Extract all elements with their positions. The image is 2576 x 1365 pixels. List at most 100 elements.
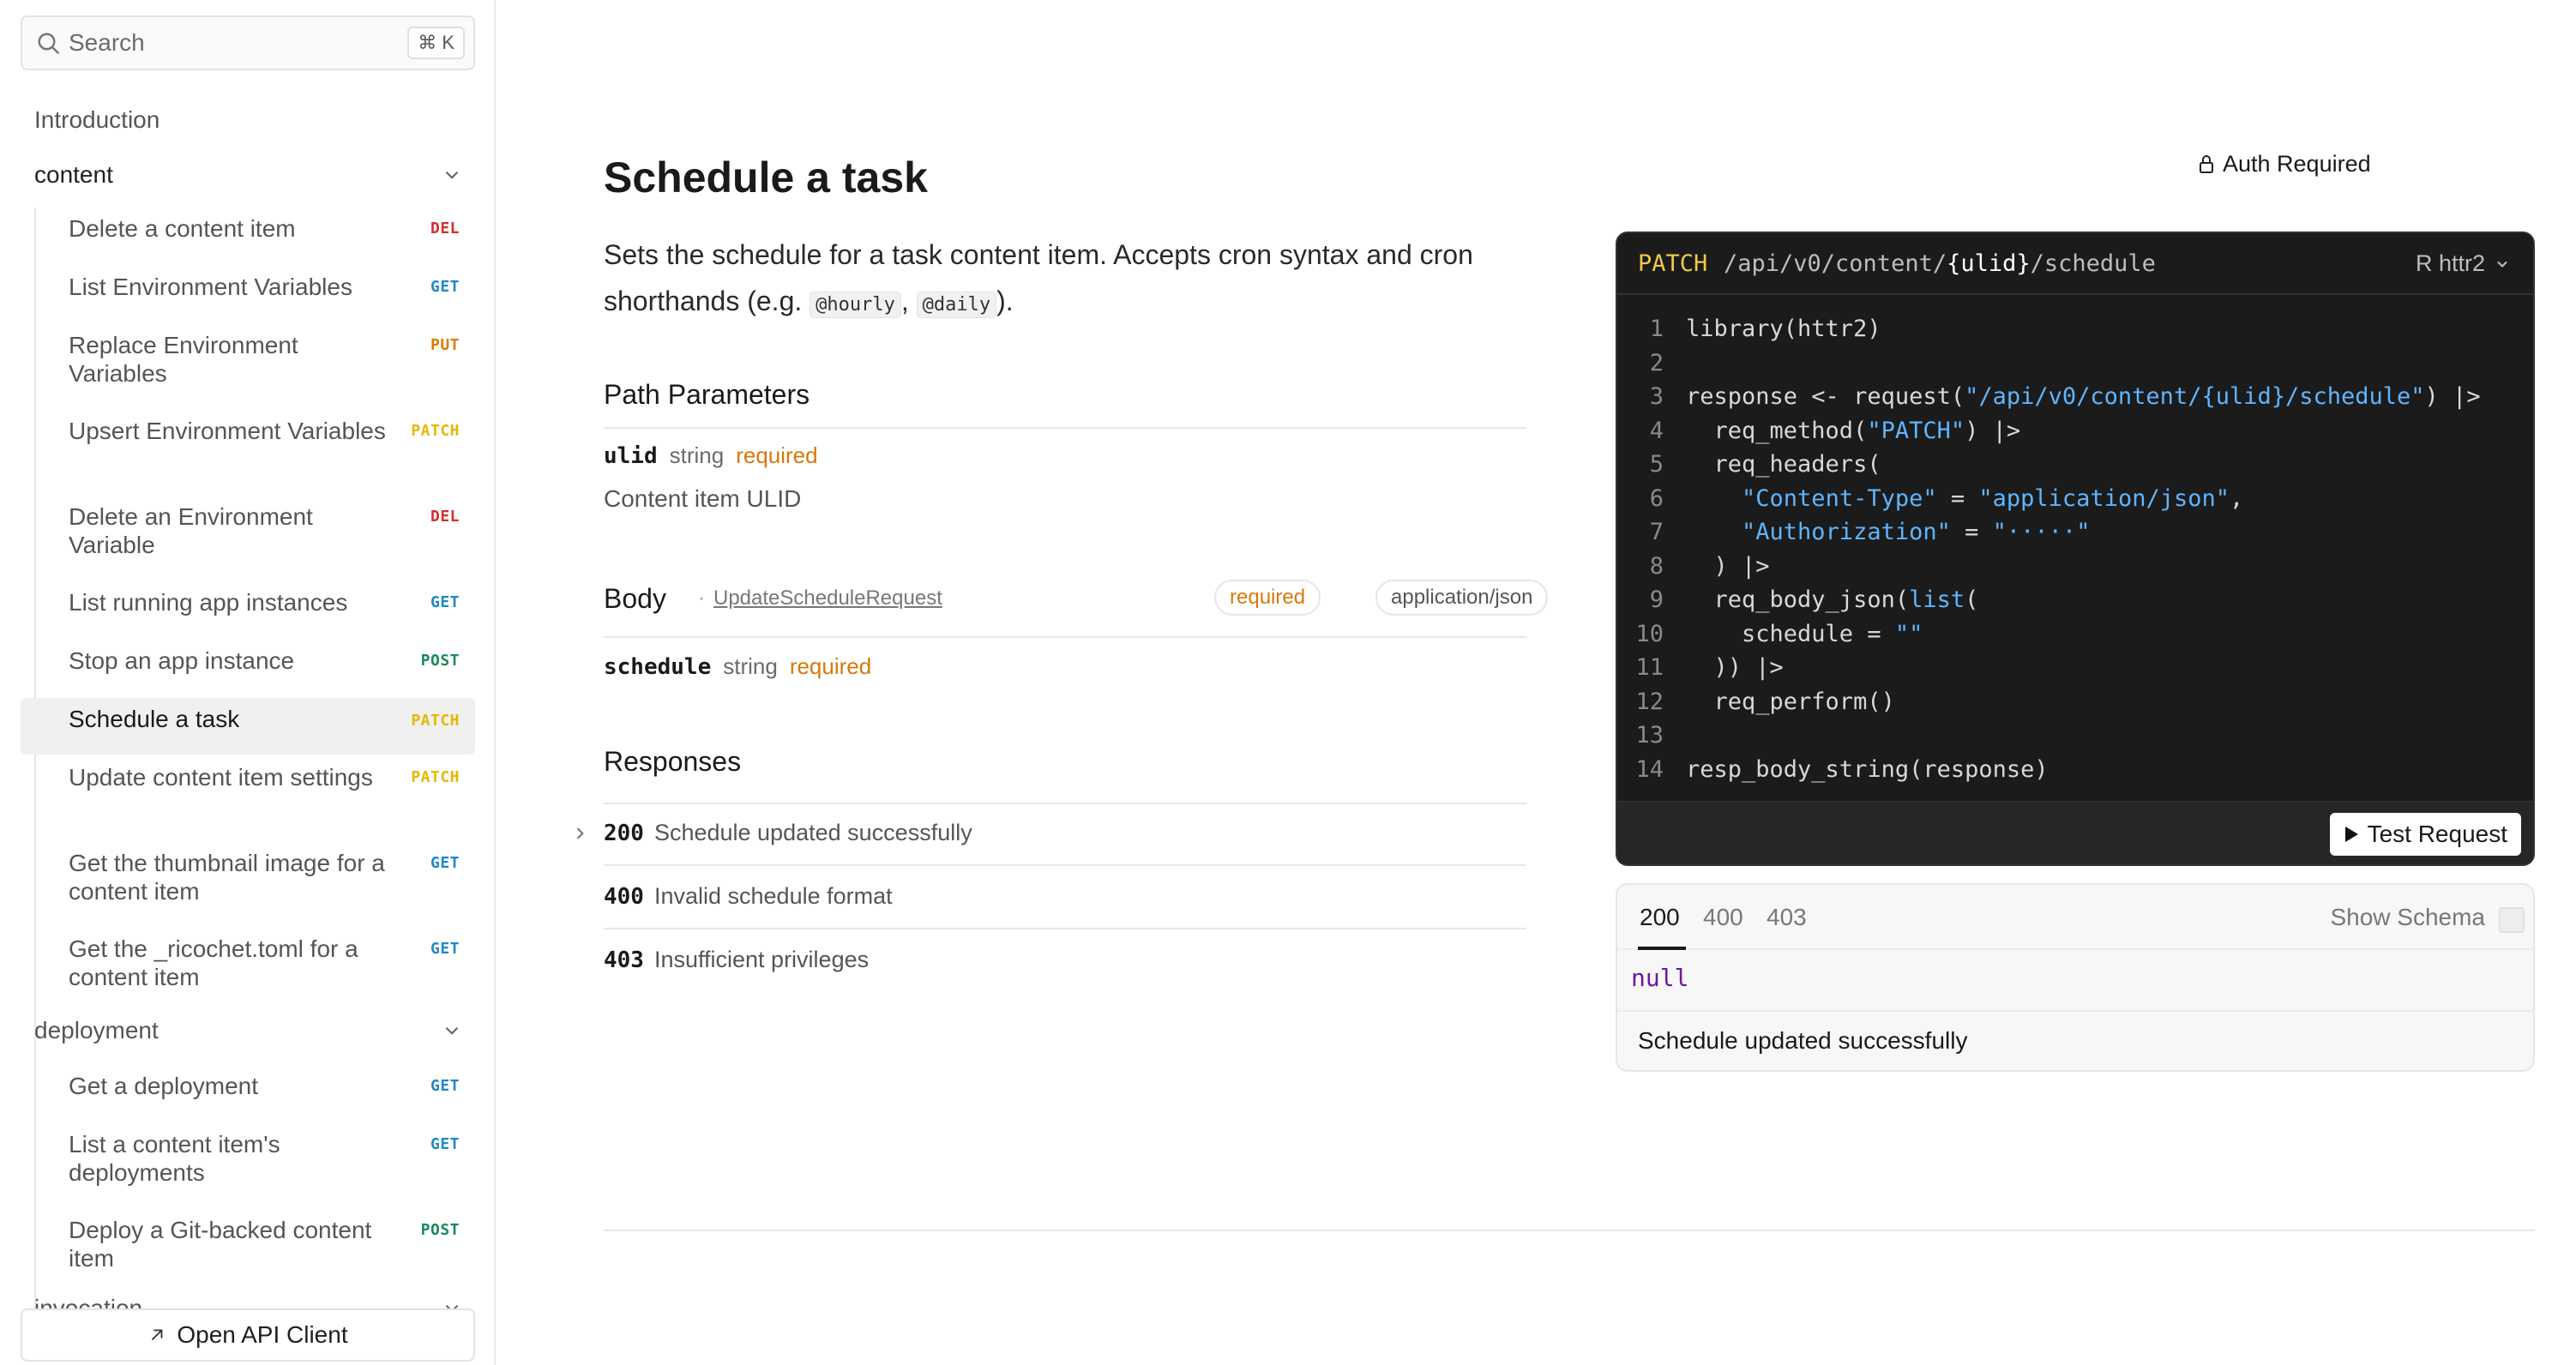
body-field-row: schedule string required: [604, 653, 871, 680]
language-label: R httr2: [2415, 250, 2485, 276]
divider: [604, 636, 1526, 638]
sidebar-item[interactable]: Upsert Environment Variables PATCH: [21, 417, 475, 445]
tab-400[interactable]: 400: [1703, 904, 1743, 931]
divider: [604, 928, 1526, 929]
method-badge: PATCH: [411, 422, 460, 440]
param-name: ulid: [604, 443, 658, 469]
arrow-up-right-icon: [152, 1329, 163, 1341]
lock-icon: [2200, 154, 2213, 173]
active-tab-indicator: [1638, 947, 1686, 950]
sidebar-item[interactable]: Delete a content item DEL: [21, 214, 475, 243]
sidebar-item-label: List a content item's deployments: [69, 1131, 280, 1186]
response-description: Schedule updated successfully: [653, 820, 972, 845]
search-box[interactable]: ⌘ K: [21, 15, 475, 70]
sidebar-item-label: Schedule a task: [69, 706, 240, 732]
sidebar-group-content[interactable]: content: [34, 161, 475, 189]
sidebar-item-label: Get the _ricochet.toml for a content ite…: [69, 935, 358, 990]
play-icon: [2344, 827, 2358, 842]
code-line: ) |>: [1686, 552, 1770, 580]
path-param: {ulid}: [1947, 250, 2031, 277]
show-schema-label: Show Schema: [2330, 904, 2485, 930]
divider: [604, 1230, 2535, 1231]
sidebar-item-label: List Environment Variables: [69, 274, 352, 300]
code-header: PATCH /api/v0/content/{ulid}/schedule R …: [1617, 233, 2533, 295]
code-line: req_method("PATCH") |>: [1686, 417, 2021, 444]
open-api-client-button[interactable]: Open API Client: [21, 1308, 475, 1362]
sidebar-item[interactable]: Update content item settings PATCH: [21, 763, 475, 791]
sidebar-item[interactable]: Stop an app instance POST: [21, 646, 475, 675]
line-number: 12: [1635, 688, 1664, 715]
method-badge: PATCH: [411, 768, 460, 786]
language-selector[interactable]: R httr2: [2416, 250, 2511, 277]
line-number: 1: [1649, 316, 1664, 342]
method-badge: POST: [420, 652, 460, 670]
tab-200[interactable]: 200: [1640, 904, 1680, 931]
sidebar-item[interactable]: Deploy a Git-backed content item POST: [21, 1216, 475, 1272]
sidebar-item-label: Upsert Environment Variables: [69, 418, 386, 444]
response-body: null: [1631, 964, 1689, 992]
field-type: string: [723, 653, 778, 679]
line-number: 13: [1635, 722, 1664, 749]
code-line: req_headers(: [1686, 451, 1881, 478]
sidebar-item-label: List running app instances: [69, 589, 348, 616]
code-line: req_perform(): [1686, 688, 1895, 715]
auth-required-indicator: Auth Required: [2197, 151, 2371, 177]
search-input[interactable]: [69, 17, 412, 69]
divider: [604, 803, 1526, 804]
sidebar-item-label: Deploy a Git-backed content item: [69, 1217, 372, 1272]
sidebar-item[interactable]: List running app instances GET: [21, 588, 475, 616]
param-required: required: [736, 442, 818, 468]
schema-link[interactable]: UpdateScheduleRequest: [713, 586, 942, 610]
sidebar-item-label: Delete a content item: [69, 215, 296, 242]
code-line: library(httr2): [1686, 316, 1881, 342]
method-badge: GET: [430, 278, 460, 296]
sidebar-item-label: Get a deployment: [69, 1073, 259, 1099]
divider: [604, 864, 1526, 866]
sidebar: ⌘ K Introduction content Delete a conten…: [0, 0, 496, 1365]
path-parameters-heading: Path Parameters: [604, 379, 810, 410]
code-line: req_body_json(list(: [1686, 586, 1979, 613]
chevron-down-icon: [445, 1026, 459, 1035]
sidebar-item[interactable]: Get a deployment GET: [21, 1072, 475, 1100]
request-code-block: PATCH /api/v0/content/{ulid}/schedule R …: [1616, 232, 2535, 866]
inline-code: @hourly: [810, 292, 901, 318]
response-example-panel: 200 400 403 Show Schema null Schedule up…: [1616, 883, 2535, 1072]
line-number: 11: [1635, 654, 1664, 681]
code-line: schedule = "": [1686, 620, 1923, 647]
auth-required-label: Auth Required: [2223, 151, 2371, 177]
code-line: "Content-Type" = "application/json",: [1742, 484, 2244, 512]
param-type: string: [669, 442, 725, 468]
sidebar-item[interactable]: Get the _ricochet.toml for a content ite…: [21, 935, 475, 991]
response-row[interactable]: 403 Insufficient privileges: [604, 947, 1526, 973]
method-badge: GET: [430, 593, 460, 611]
sidebar-item-active[interactable]: Schedule a task PATCH: [21, 698, 475, 755]
chevron-right-icon[interactable]: [571, 825, 588, 842]
description-text: ).: [996, 286, 1014, 316]
method-badge: GET: [430, 854, 460, 872]
sidebar-item-introduction[interactable]: Introduction: [34, 106, 159, 134]
sidebar-item[interactable]: Delete an Environment Variable DEL: [21, 502, 475, 559]
sidebar-item-label: Replace Environment Variables: [69, 332, 298, 387]
param-description: Content item ULID: [604, 485, 802, 512]
main-content: Schedule a task Auth Required Sets the s…: [497, 0, 2576, 1365]
sidebar-item[interactable]: List a content item's deployments GET: [21, 1130, 475, 1187]
sidebar-item[interactable]: Get the thumbnail image for a content it…: [21, 849, 475, 905]
sidebar-item[interactable]: Replace Environment Variables PUT: [21, 331, 475, 388]
response-row[interactable]: 400 Invalid schedule format: [604, 883, 1526, 910]
sidebar-item[interactable]: List Environment Variables GET: [21, 273, 475, 301]
field-name: schedule: [604, 654, 712, 680]
sidebar-group-deployment[interactable]: deployment: [34, 1017, 475, 1044]
response-description: Insufficient privileges: [653, 947, 870, 972]
response-code: 403: [604, 947, 644, 973]
tab-403[interactable]: 403: [1766, 904, 1807, 931]
line-number: 9: [1649, 586, 1664, 613]
test-request-button[interactable]: Test Request: [2329, 813, 2521, 856]
method-badge: PUT: [430, 336, 460, 354]
response-row[interactable]: 200 Schedule updated successfully: [604, 820, 1526, 846]
show-schema-checkbox[interactable]: [2499, 907, 2525, 933]
line-number: 10: [1635, 620, 1664, 647]
content-type-pill[interactable]: application/json: [1375, 580, 1549, 616]
response-footer: Schedule updated successfully: [1617, 1010, 2533, 1070]
line-number: 2: [1649, 349, 1664, 376]
code-line: resp_body_string(response): [1686, 755, 2049, 783]
